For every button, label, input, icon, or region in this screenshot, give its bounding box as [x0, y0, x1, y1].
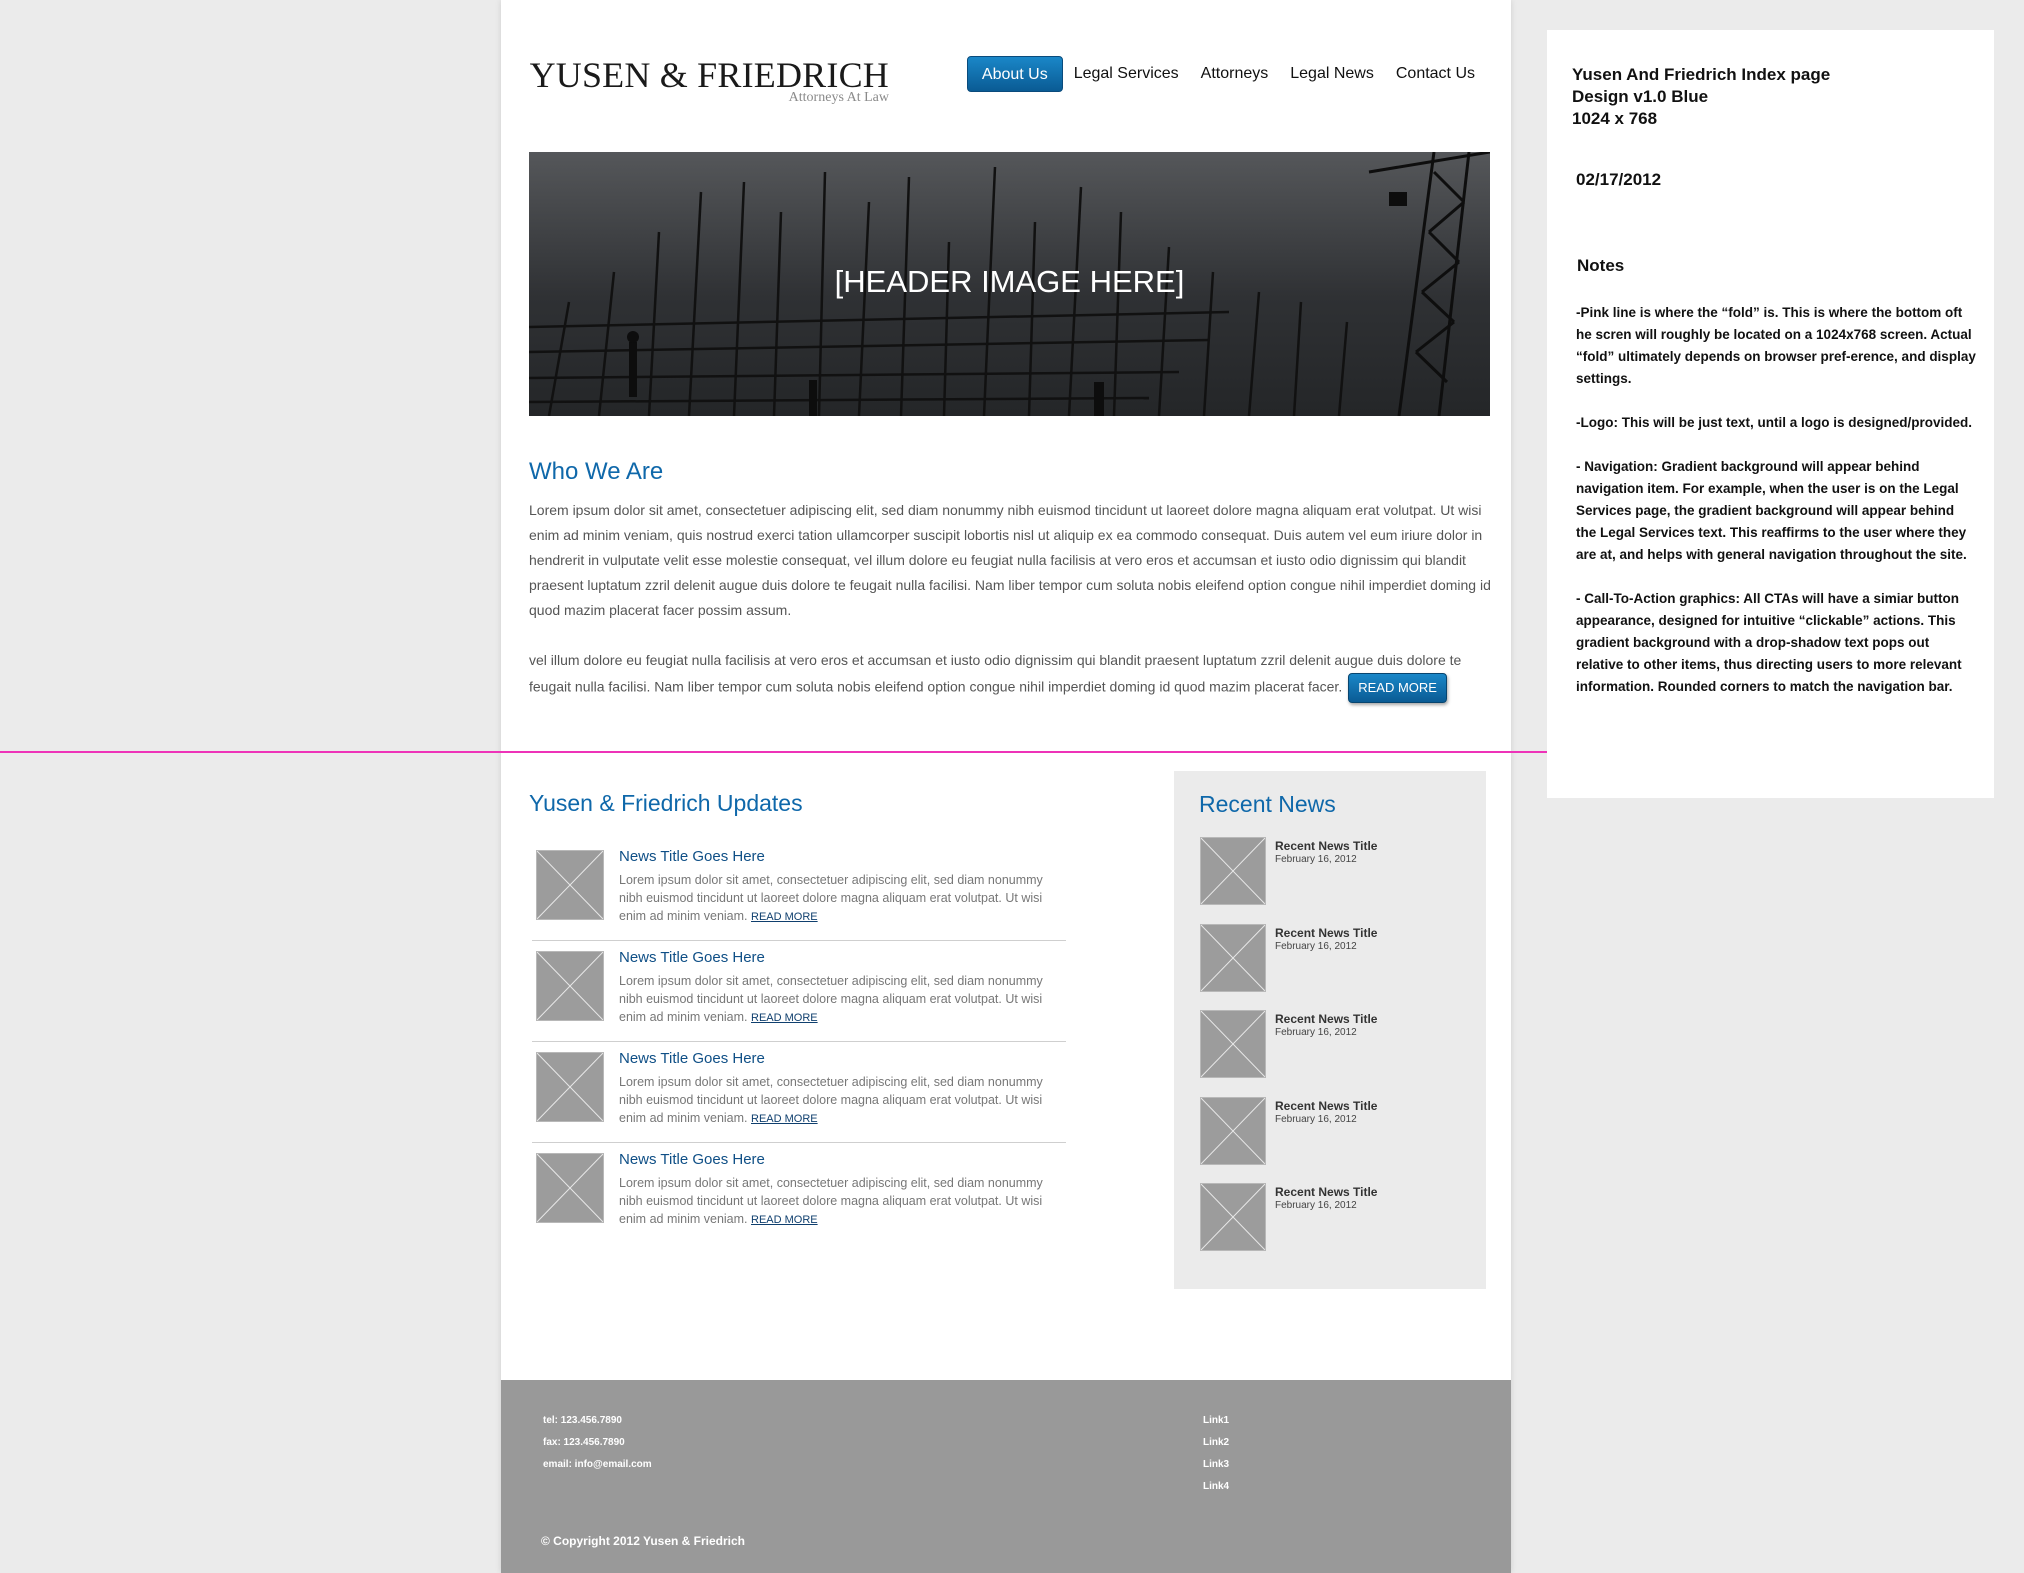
recent-news-panel: Recent News Recent News Title February 1…	[1174, 771, 1486, 1289]
about-paragraph-2: vel illum dolore eu feugiat nulla facili…	[529, 648, 1495, 703]
update-summary: Lorem ipsum dolor sit amet, consectetuer…	[619, 873, 1043, 923]
update-read-more-link[interactable]: READ MORE	[751, 1012, 818, 1024]
recent-news-date: February 16, 2012	[1275, 940, 1357, 952]
update-text: Lorem ipsum dolor sit amet, consectetuer…	[619, 1174, 1065, 1229]
nav-attorneys[interactable]: Attorneys	[1190, 56, 1280, 92]
header-image: [HEADER IMAGE HERE]	[529, 152, 1490, 416]
recent-news-date: February 16, 2012	[1275, 1027, 1357, 1038]
update-summary: Lorem ipsum dolor sit amet, consectetuer…	[619, 974, 1043, 1024]
nav-legal-services[interactable]: Legal Services	[1063, 56, 1190, 92]
update-title[interactable]: News Title Goes Here	[619, 1151, 765, 1168]
image-placeholder-icon	[1200, 837, 1266, 905]
footer-contact: tel: 123.456.7890 fax: 123.456.7890 emai…	[543, 1414, 652, 1480]
image-placeholder-icon	[1200, 1183, 1266, 1251]
about-paragraph-1: Lorem ipsum dolor sit amet, consectetuer…	[529, 502, 1491, 618]
footer-link-1[interactable]: Link1	[1203, 1414, 1229, 1436]
update-title[interactable]: News Title Goes Here	[619, 949, 765, 966]
recent-news-item[interactable]: Recent News Title February 16, 2012	[1200, 837, 1470, 924]
image-placeholder-icon	[1200, 923, 1266, 992]
nav-legal-news[interactable]: Legal News	[1279, 56, 1385, 92]
updates-heading: Yusen & Friedrich Updates	[529, 790, 803, 816]
update-item: News Title Goes Here Lorem ipsum dolor s…	[532, 840, 1066, 941]
fold-line	[0, 751, 1547, 753]
recent-news-date: February 16, 2012	[1275, 854, 1357, 865]
notes-title: Yusen And Friedrich Index page Design v1…	[1572, 64, 1982, 130]
main-navigation: About Us Legal Services Attorneys Legal …	[966, 56, 1486, 92]
image-placeholder-icon	[536, 1052, 604, 1122]
recent-news-list: Recent News Title February 16, 2012 Rece…	[1200, 837, 1470, 1270]
recent-news-item[interactable]: Recent News Title February 16, 2012	[1200, 1183, 1470, 1270]
update-item: News Title Goes Here Lorem ipsum dolor s…	[532, 1042, 1066, 1143]
note-fold: -Pink line is where the “fold” is. This …	[1576, 305, 1976, 386]
logo[interactable]: YUSEN & FRIEDRICH Attorneys At Law	[529, 54, 889, 110]
notes-heading: Notes	[1577, 256, 1625, 275]
update-item: News Title Goes Here Lorem ipsum dolor s…	[532, 941, 1066, 1042]
recent-news-date: February 16, 2012	[1275, 1113, 1357, 1125]
note-logo: -Logo: This will be just text, until a l…	[1576, 415, 1973, 430]
recent-news-title[interactable]: Recent News Title	[1275, 1185, 1377, 1199]
recent-news-date: February 16, 2012	[1275, 1200, 1357, 1211]
footer-link-4[interactable]: Link4	[1203, 1480, 1229, 1502]
update-title[interactable]: News Title Goes Here	[619, 1050, 765, 1067]
updates-list: News Title Goes Here Lorem ipsum dolor s…	[532, 840, 1066, 1244]
notes-body: -Pink line is where the “fold” is. This …	[1576, 302, 1976, 720]
notes-title-line-2: Design v1.0 Blue	[1572, 87, 1709, 106]
image-placeholder-icon	[1200, 1096, 1266, 1165]
update-item: News Title Goes Here Lorem ipsum dolor s…	[532, 1143, 1066, 1244]
update-read-more-link[interactable]: READ MORE	[751, 1214, 818, 1226]
recent-news-title[interactable]: Recent News Title	[1275, 1012, 1377, 1026]
nav-about-us[interactable]: About Us	[966, 56, 1063, 92]
logo-subtitle: Attorneys At Law	[788, 90, 889, 105]
image-placeholder-icon	[1200, 1010, 1266, 1078]
recent-news-title[interactable]: Recent News Title	[1275, 839, 1377, 853]
image-placeholder-icon	[536, 1153, 604, 1223]
footer: tel: 123.456.7890 fax: 123.456.7890 emai…	[501, 1380, 1511, 1573]
web-page: YUSEN & FRIEDRICH Attorneys At Law About…	[501, 0, 1511, 1573]
notes-title-line-3: 1024 x 768	[1572, 109, 1658, 128]
update-text: Lorem ipsum dolor sit amet, consectetuer…	[619, 871, 1065, 926]
recent-news-title[interactable]: Recent News Title	[1275, 1099, 1377, 1113]
update-summary: Lorem ipsum dolor sit amet, consectetuer…	[619, 1075, 1043, 1125]
design-notes-panel: Yusen And Friedrich Index page Design v1…	[1547, 30, 1994, 798]
who-we-are-heading: Who We Are	[529, 458, 664, 485]
recent-news-item[interactable]: Recent News Title February 16, 2012	[1200, 1096, 1470, 1184]
copyright: © Copyright 2012 Yusen & Friedrich	[541, 1534, 746, 1548]
note-navigation: - Navigation: Gradient background will a…	[1576, 459, 1967, 562]
update-summary: Lorem ipsum dolor sit amet, consectetuer…	[619, 1176, 1043, 1226]
notes-title-line-1: Yusen And Friedrich Index page	[1572, 65, 1831, 84]
recent-news-item[interactable]: Recent News Title February 16, 2012	[1200, 1010, 1470, 1097]
image-placeholder-icon	[536, 951, 604, 1021]
image-placeholder-icon	[536, 850, 604, 920]
update-read-more-link[interactable]: READ MORE	[751, 1113, 818, 1125]
footer-email[interactable]: email: info@email.com	[543, 1458, 652, 1480]
update-read-more-link[interactable]: READ MORE	[751, 911, 818, 923]
read-more-button[interactable]: READ MORE	[1348, 673, 1447, 703]
header-image-placeholder-text: [HEADER IMAGE HERE]	[834, 264, 1185, 299]
footer-link-2[interactable]: Link2	[1203, 1436, 1229, 1458]
footer-link-3[interactable]: Link3	[1203, 1458, 1229, 1480]
update-text: Lorem ipsum dolor sit amet, consectetuer…	[619, 972, 1065, 1027]
about-paragraph-2-text: vel illum dolore eu feugiat nulla facili…	[529, 652, 1462, 695]
recent-news-heading: Recent News	[1199, 791, 1336, 817]
footer-fax: fax: 123.456.7890	[543, 1437, 625, 1448]
footer-links: Link1 Link2 Link3 Link4	[1203, 1414, 1229, 1502]
recent-news-title[interactable]: Recent News Title	[1275, 926, 1377, 940]
update-title[interactable]: News Title Goes Here	[619, 848, 765, 865]
update-text: Lorem ipsum dolor sit amet, consectetuer…	[619, 1073, 1065, 1128]
notes-date: 02/17/2012	[1576, 170, 1662, 189]
recent-news-item[interactable]: Recent News Title February 16, 2012	[1200, 923, 1470, 1011]
nav-contact-us[interactable]: Contact Us	[1385, 56, 1486, 92]
note-cta: - Call-To-Action graphics: All CTAs will…	[1576, 591, 1962, 694]
footer-tel: tel: 123.456.7890	[543, 1415, 622, 1426]
